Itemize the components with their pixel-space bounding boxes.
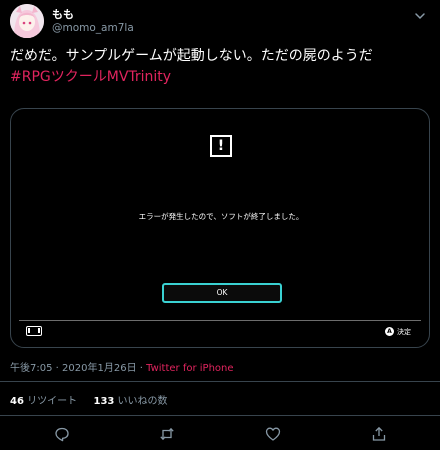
divider [0, 381, 440, 382]
chevron-down-icon[interactable] [414, 7, 426, 20]
attached-image[interactable]: ! エラーが発生したので、ソフトが終了しました。 OK A 決定 [10, 108, 430, 348]
confirm-label: 決定 [397, 328, 411, 336]
tweet-body: だめだ。サンプルゲームが起動しない。ただの屍のようだ [10, 48, 373, 64]
avatar[interactable] [10, 4, 44, 38]
error-message: エラーが発生したので、ソフトが終了しました。 [138, 212, 304, 221]
divider [0, 415, 440, 416]
like-stat[interactable]: 133 いいねの数 [93, 396, 167, 407]
tweet-stats: 46 リツイート 133 いいねの数 [10, 392, 168, 407]
meta-separator: · [55, 363, 59, 374]
tweet-text: だめだ。サンプルゲームが起動しない。ただの屍のようだ #RPGツクールMVTri… [10, 46, 432, 88]
hashtag-link[interactable]: #RPGツクールMVTrinity [10, 67, 432, 88]
tweet-card: もも @momo_am7la だめだ。サンプルゲームが起動しない。ただの屍のよう… [0, 0, 440, 450]
retweet-count: 46 [10, 396, 24, 407]
warning-icon: ! [210, 135, 232, 157]
retweet-stat[interactable]: 46 リツイート [10, 396, 80, 407]
like-count: 133 [93, 396, 115, 407]
tweet-time[interactable]: 午後7:05 [10, 363, 52, 374]
retweet-icon[interactable] [159, 426, 175, 442]
retweet-label: リツイート [27, 396, 78, 407]
like-label: いいねの数 [117, 396, 168, 407]
tweet-date[interactable]: 2020年1月26日 [62, 363, 137, 374]
ok-button: OK [162, 283, 282, 303]
user-handle[interactable]: @momo_am7la [52, 22, 134, 34]
console-icon [26, 326, 42, 336]
like-icon[interactable] [265, 426, 281, 442]
display-name[interactable]: もも [52, 6, 74, 22]
tweet-meta: 午後7:05 · 2020年1月26日 · Twitter for iPhone [10, 359, 234, 374]
footer-divider [19, 320, 421, 321]
meta-separator-2: · [139, 363, 143, 374]
share-icon[interactable] [371, 426, 387, 442]
reply-icon[interactable] [54, 426, 70, 442]
a-button-icon: A [385, 327, 394, 336]
tweet-source[interactable]: Twitter for iPhone [146, 363, 233, 374]
